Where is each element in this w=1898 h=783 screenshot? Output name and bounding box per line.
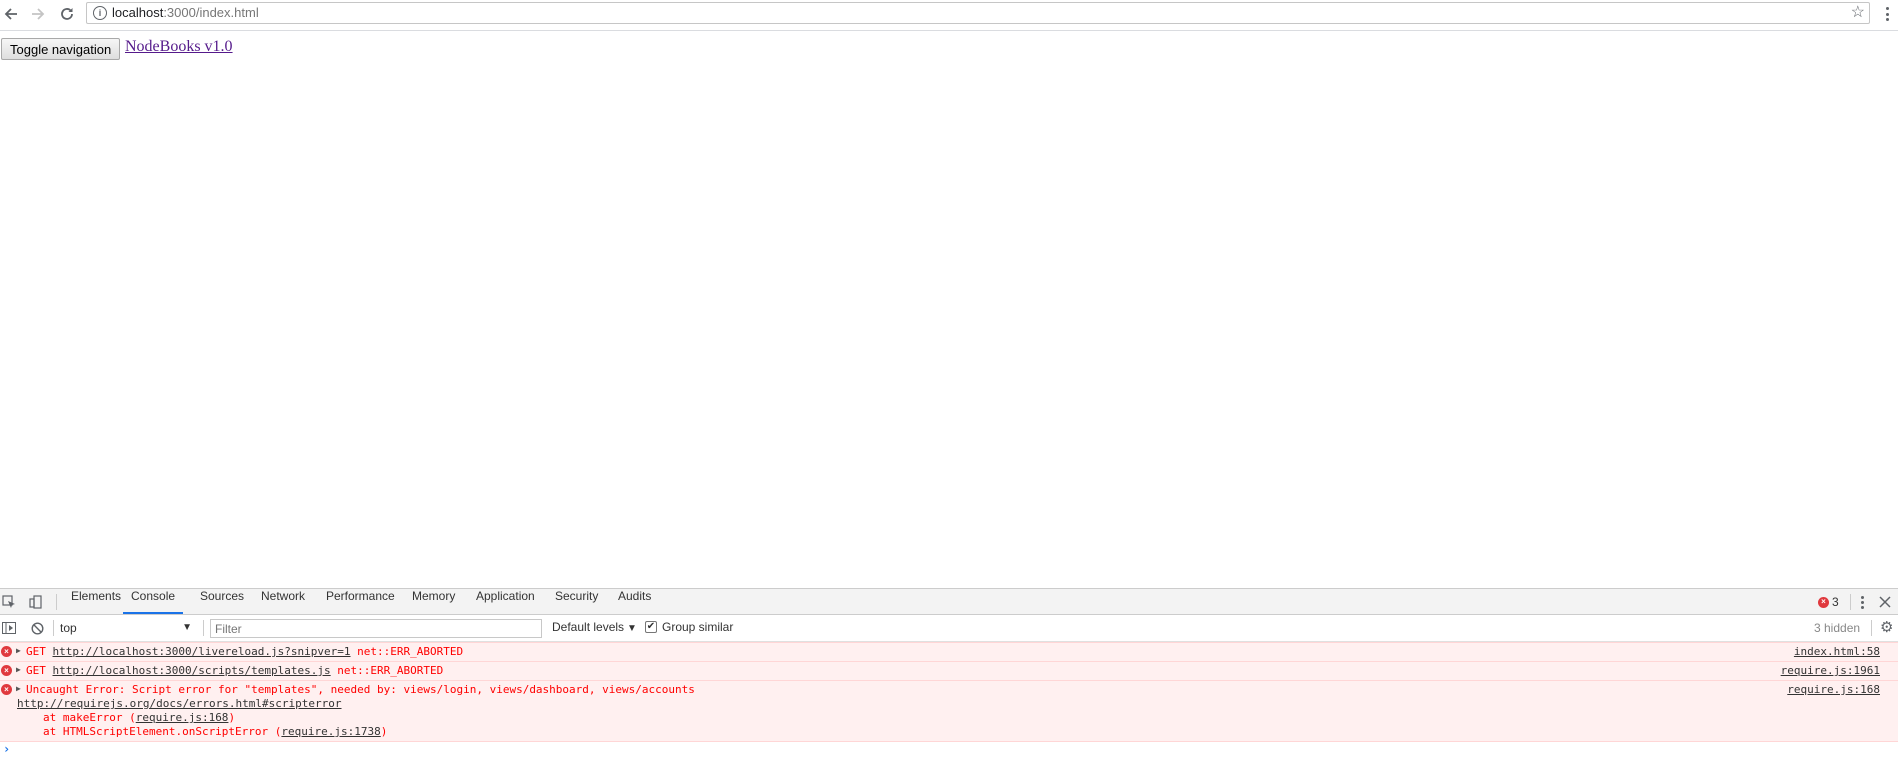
error-icon: × <box>1 684 12 695</box>
group-similar-checkbox[interactable]: ✔ Group similar <box>645 620 733 634</box>
tab-performance[interactable]: Performance <box>326 589 395 614</box>
prompt-caret-icon: › <box>3 742 11 756</box>
stack-frame-close: ) <box>380 725 388 738</box>
brand-link[interactable]: NodeBooks v1.0 <box>125 38 233 56</box>
browser-toolbar: i localhost:3000/index.html ☆ <box>0 0 1898 31</box>
tab-memory[interactable]: Memory <box>412 589 455 614</box>
stack-frame: at HTMLScriptElement.onScriptError (requ… <box>43 725 387 738</box>
tab-network[interactable]: Network <box>261 589 305 614</box>
toolbar-divider <box>1850 594 1851 610</box>
info-icon[interactable]: i <box>93 6 107 20</box>
console-error-message: × ▶ Uncaught Error: Script error for "te… <box>0 680 1898 742</box>
filter-input[interactable] <box>210 619 542 638</box>
clear-console-icon[interactable] <box>28 619 46 637</box>
tab-elements[interactable]: Elements <box>71 589 121 614</box>
context-value: top <box>60 621 77 635</box>
error-icon: × <box>1 665 12 676</box>
tab-security[interactable]: Security <box>555 589 598 614</box>
message-text: GET http://localhost:3000/scripts/templa… <box>26 664 443 677</box>
error-count-badge[interactable]: × 3 <box>1818 594 1839 610</box>
expand-triangle-icon[interactable]: ▶ <box>16 665 21 674</box>
devtools-menu-icon[interactable] <box>1853 593 1871 611</box>
message-url-link[interactable]: http://localhost:3000/scripts/templates.… <box>53 664 331 677</box>
checkbox-checked-icon: ✔ <box>645 621 657 633</box>
toolbar-divider <box>1871 620 1872 636</box>
star-icon[interactable]: ☆ <box>1851 3 1865 23</box>
stack-frame-link[interactable]: require.js:168 <box>136 711 229 724</box>
arrow-left-icon <box>4 8 17 20</box>
message-text: GET http://localhost:3000/livereload.js?… <box>26 645 463 658</box>
hidden-messages-count: 3 hidden <box>1814 621 1861 635</box>
message-text: Uncaught Error: Script error for "templa… <box>26 683 695 696</box>
expand-triangle-icon[interactable]: ▶ <box>16 684 21 693</box>
stack-frame-text: at makeError ( <box>43 711 136 724</box>
url-path: :3000/index.html <box>163 5 259 20</box>
group-similar-label: Group similar <box>662 620 734 634</box>
tab-sources[interactable]: Sources <box>200 589 244 614</box>
error-icon: × <box>1 646 12 657</box>
inspect-element-icon[interactable] <box>0 593 18 611</box>
message-method: GET <box>26 645 53 658</box>
context-selector[interactable]: top ▼ <box>60 619 198 637</box>
dropdown-arrow-icon: ▼ <box>627 623 637 634</box>
toggle-navigation-button[interactable]: Toggle navigation <box>1 38 121 60</box>
sidebar-toggle-icon[interactable] <box>0 619 18 637</box>
address-bar[interactable]: i localhost:3000/index.html ☆ <box>86 2 1870 24</box>
kebab-menu-icon[interactable] <box>1880 3 1894 25</box>
expand-triangle-icon[interactable]: ▶ <box>16 646 21 655</box>
stack-frame-text: at HTMLScriptElement.onScriptError ( <box>43 725 282 738</box>
forward-button[interactable] <box>27 3 49 25</box>
toolbar-divider <box>56 594 57 610</box>
source-link[interactable]: require.js:1961 <box>1781 664 1880 677</box>
console-toolbar: top ▼ Default levels▼ ✔ Group similar 3 … <box>0 615 1898 642</box>
tab-application[interactable]: Application <box>476 589 535 614</box>
device-toolbar-icon[interactable] <box>27 593 45 611</box>
source-link[interactable]: index.html:58 <box>1794 645 1880 658</box>
message-method: GET <box>26 664 53 677</box>
log-levels-dropdown[interactable]: Default levels ▼ <box>552 620 637 634</box>
tab-audits[interactable]: Audits <box>618 589 651 614</box>
stack-frame-link[interactable]: require.js:1738 <box>281 725 380 738</box>
dropdown-arrow-icon: ▼ <box>182 622 192 633</box>
console-error-message: × ▶ GET http://localhost:3000/scripts/te… <box>0 661 1898 680</box>
url-text[interactable]: localhost:3000/index.html <box>112 5 259 20</box>
stack-frame-close: ) <box>228 711 236 724</box>
console-message-list: × ▶ GET http://localhost:3000/livereload… <box>0 642 1898 742</box>
arrow-right-icon <box>32 8 45 20</box>
reload-icon <box>61 8 73 20</box>
source-link[interactable]: require.js:168 <box>1787 683 1880 696</box>
toolbar-divider <box>203 620 204 636</box>
stack-frame: at makeError (require.js:168) <box>43 711 235 724</box>
message-error-code: net::ERR_ABORTED <box>330 664 444 677</box>
reload-button[interactable] <box>56 3 78 25</box>
tab-console[interactable]: Console <box>123 589 184 614</box>
levels-value: Default levels <box>552 620 625 634</box>
page-content: Toggle navigation NodeBooks v1.0 <box>0 32 1898 588</box>
toolbar-divider <box>53 620 54 636</box>
docs-url-link[interactable]: http://requirejs.org/docs/errors.html#sc… <box>17 697 342 710</box>
back-button[interactable] <box>0 3 22 25</box>
url-host: localhost <box>112 5 164 20</box>
console-prompt[interactable]: › <box>0 741 1898 761</box>
message-url-link[interactable]: http://localhost:3000/livereload.js?snip… <box>53 645 351 658</box>
error-icon: × <box>1818 596 1829 608</box>
devtools-tab-bar: Elements Console Sources Network Perform… <box>0 589 1898 615</box>
error-count: 3 <box>1832 595 1839 609</box>
close-icon[interactable] <box>1876 593 1894 611</box>
message-error-code: net::ERR_ABORTED <box>350 645 464 658</box>
devtools-panel: Elements Console Sources Network Perform… <box>0 588 1898 783</box>
console-error-message: × ▶ GET http://localhost:3000/livereload… <box>0 642 1898 661</box>
gear-icon[interactable]: ⚙ <box>1880 619 1893 637</box>
